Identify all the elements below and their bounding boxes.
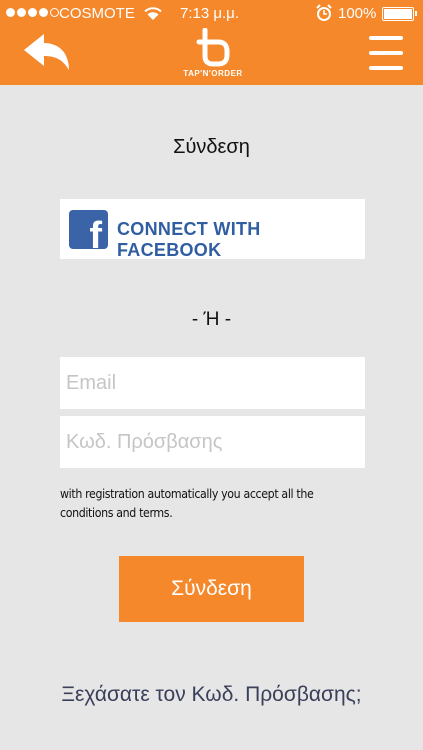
header-bar: COSMOTE 7:13 μ.μ. 100% TAP'N'ORDER	[0, 0, 423, 85]
terms-notice: with registration automatically you acce…	[60, 487, 314, 520]
battery-percent: 100%	[338, 5, 377, 22]
hamburger-menu-icon[interactable]	[369, 36, 403, 70]
alarm-icon	[316, 4, 332, 26]
facebook-button-label: CONNECT WITH FACEBOOK	[117, 219, 261, 260]
or-separator: - Ή -	[191, 309, 232, 330]
facebook-icon: f	[69, 210, 108, 249]
tapnorder-logo: TAP'N'ORDER	[178, 28, 248, 84]
email-field[interactable]	[60, 357, 365, 409]
login-button[interactable]: Σύνδεση	[119, 556, 304, 622]
battery-icon	[382, 7, 417, 21]
carrier-name: COSMOTE	[59, 5, 135, 22]
forgot-password-link[interactable]: Ξεχάσατε τον Κωδ. Πρόσβασης;	[0, 683, 423, 707]
status-time: 7:13 μ.μ.	[180, 5, 239, 22]
page-title: Σύνδεση	[173, 136, 250, 158]
status-bar: COSMOTE 7:13 μ.μ. 100%	[0, 0, 423, 28]
logo-icon	[196, 28, 230, 67]
signal-strength-icon	[6, 8, 59, 17]
wifi-icon	[144, 5, 162, 25]
facebook-connect-button[interactable]: f CONNECT WITH FACEBOOK	[60, 199, 365, 260]
password-field[interactable]	[60, 416, 365, 468]
back-arrow-icon[interactable]	[22, 32, 72, 74]
logo-text: TAP'N'ORDER	[183, 69, 243, 78]
